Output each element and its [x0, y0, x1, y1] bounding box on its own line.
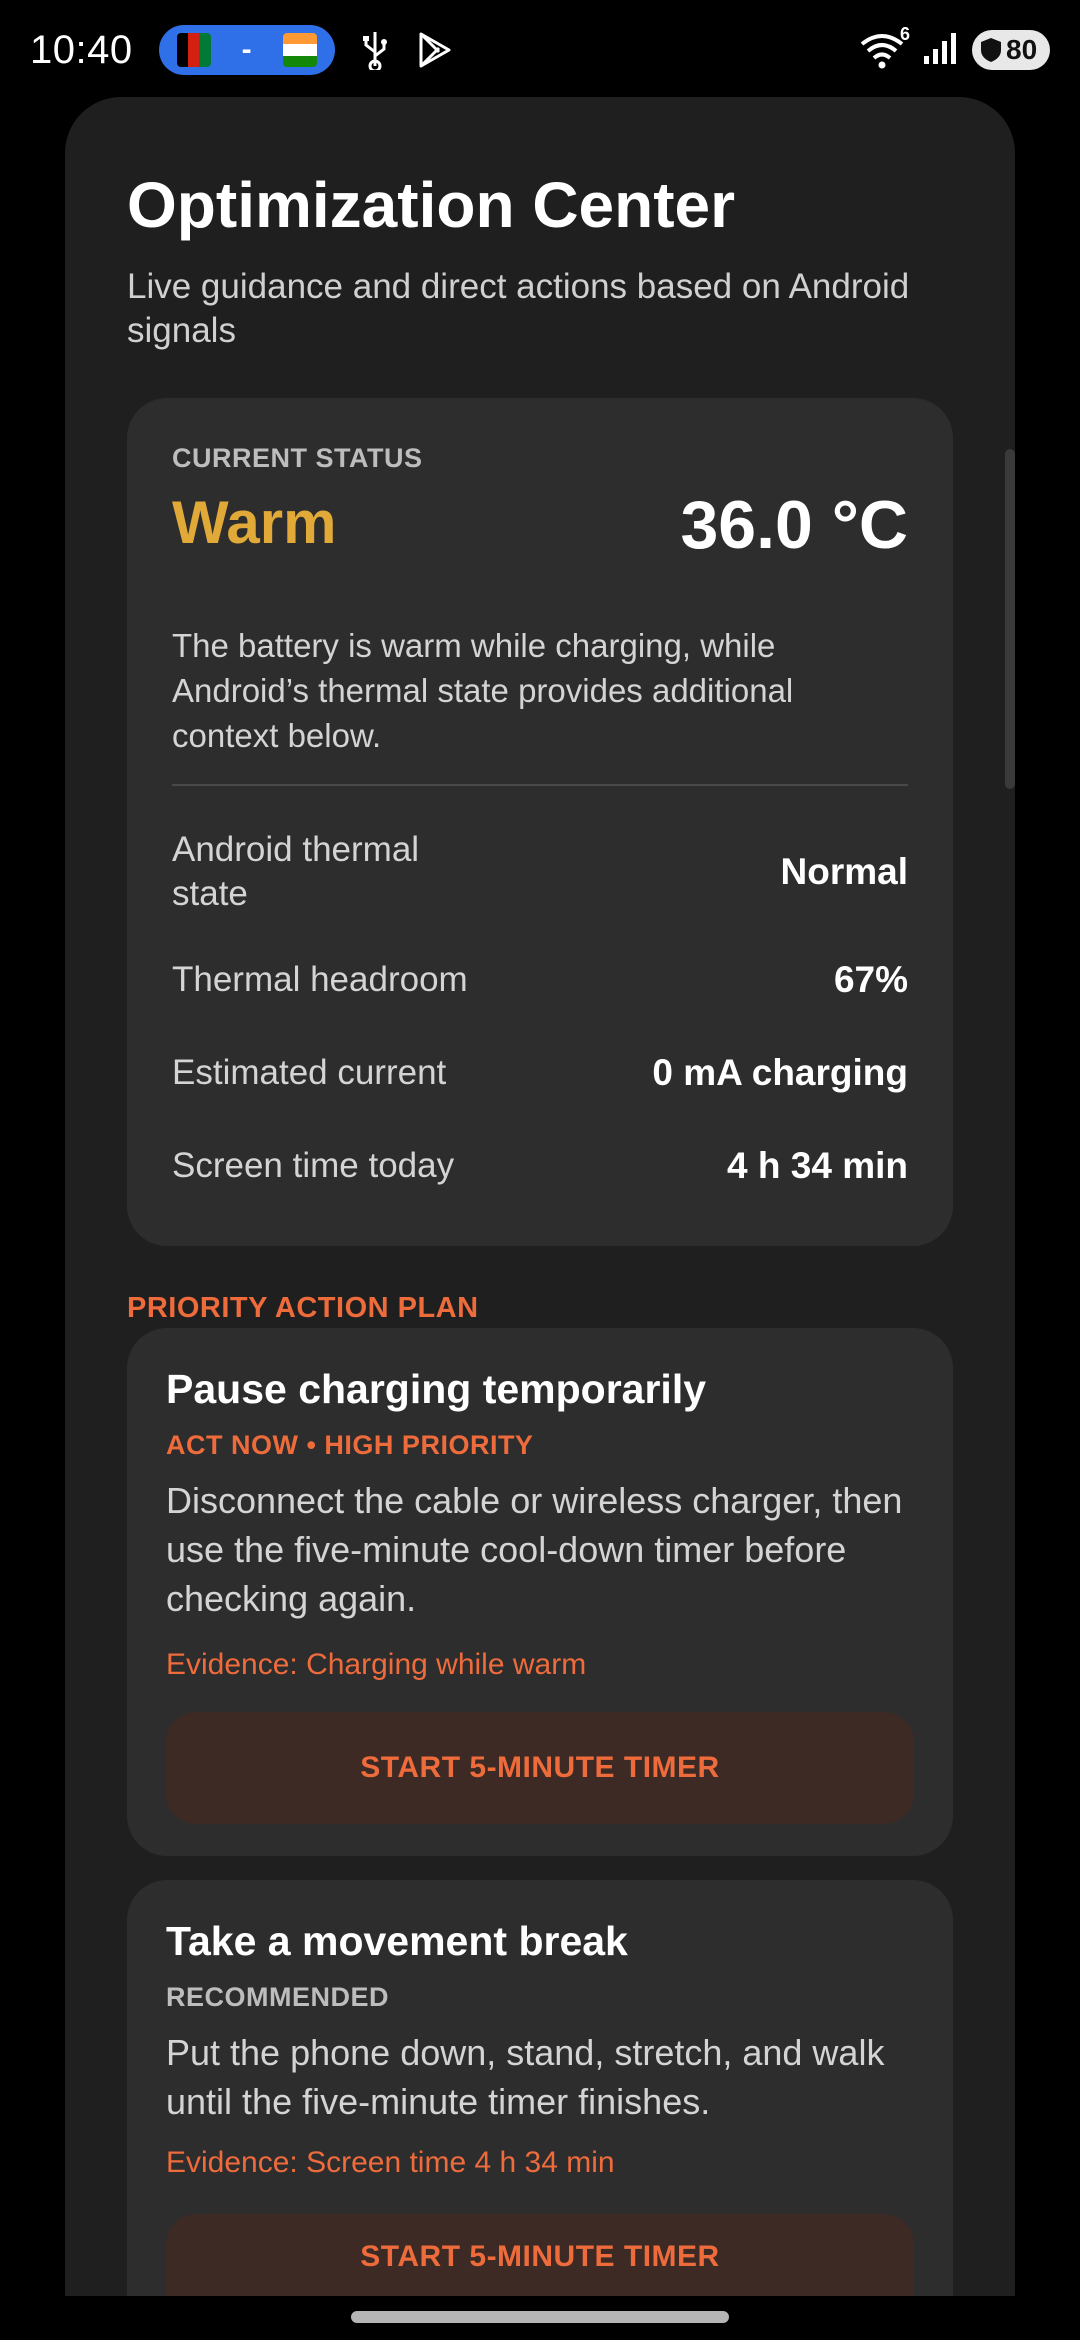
india-flag-icon	[282, 33, 317, 67]
cell-signal-icon	[922, 30, 958, 71]
action-evidence: Evidence: Screen time 4 h 34 min	[166, 2146, 615, 2179]
divider	[172, 784, 908, 786]
priority-tag: ACT NOW • HIGH PRIORITY	[166, 1430, 534, 1460]
section-heading: PRIORITY ACTION PLAN	[127, 1292, 479, 1324]
call-pill[interactable]: -	[158, 25, 335, 75]
battery-level: 80	[1006, 34, 1038, 65]
status-label: CURRENT STATUS	[172, 443, 423, 473]
shield-icon	[981, 38, 1001, 62]
stat-label: Thermal headroom	[172, 960, 468, 999]
status-description: The battery is warm while charging, whil…	[172, 627, 794, 754]
page-subtitle: Live guidance and direct actions based o…	[127, 267, 910, 350]
play-store-icon	[415, 30, 455, 70]
priority-tag: RECOMMENDED	[166, 1982, 390, 2012]
page-title: Optimization Center	[127, 169, 736, 241]
clock: 10:40	[30, 27, 133, 72]
stat-label: Estimated current	[172, 1053, 447, 1092]
home-indicator[interactable]	[351, 2311, 729, 2323]
status-value: Warm	[172, 489, 337, 556]
current-status-card: CURRENT STATUS Warm 36.0 °C The battery …	[127, 398, 953, 1246]
screen: 10:40 - 6 80 Optimization Center Live gu…	[0, 0, 1080, 2340]
stat-value: 4 h 34 min	[727, 1145, 908, 1186]
stat-row-screen-time: Screen time today 4 h 34 min	[172, 1144, 908, 1188]
action-card-pause-charging: Pause charging temporarily ACT NOW • HIG…	[127, 1328, 953, 1856]
start-timer-button[interactable]: START 5-MINUTE TIMER	[166, 2214, 914, 2306]
battery-temperature: 36.0 °C	[680, 487, 908, 563]
wifi-icon: 6	[858, 24, 910, 70]
stat-row-estimated-current: Estimated current 0 mA charging	[172, 1051, 908, 1095]
action-title: Take a movement break	[166, 1918, 628, 1964]
stat-row-thermal-state: Android thermal state Normal	[172, 828, 908, 916]
afghanistan-flag-icon	[176, 33, 211, 67]
action-description: Put the phone down, stand, stretch, and …	[166, 2032, 885, 2122]
scrollbar[interactable]	[1005, 449, 1015, 789]
wifi-badge: 6	[899, 24, 910, 44]
stat-value: 67%	[833, 959, 908, 1000]
stat-label: Android thermal state	[172, 830, 420, 913]
stat-row-thermal-headroom: Thermal headroom 67%	[172, 958, 908, 1002]
action-title: Pause charging temporarily	[166, 1366, 707, 1412]
pill-separator: -	[241, 33, 252, 66]
status-icons: 6 80	[858, 24, 1050, 71]
stat-label: Screen time today	[172, 1146, 455, 1185]
stat-value: Normal	[780, 851, 908, 892]
status-bar: 10:40 - 6 80	[0, 0, 1080, 100]
action-description: Disconnect the cable or wireless charger…	[166, 1480, 903, 1619]
start-timer-button[interactable]: START 5-MINUTE TIMER	[166, 1712, 914, 1824]
usb-icon	[355, 30, 395, 70]
stat-value: 0 mA charging	[652, 1052, 908, 1093]
action-evidence: Evidence: Charging while warm	[166, 1648, 587, 1681]
action-card-movement-break: Take a movement break RECOMMENDED Put th…	[127, 1880, 953, 2340]
battery-indicator: 80	[972, 30, 1050, 70]
